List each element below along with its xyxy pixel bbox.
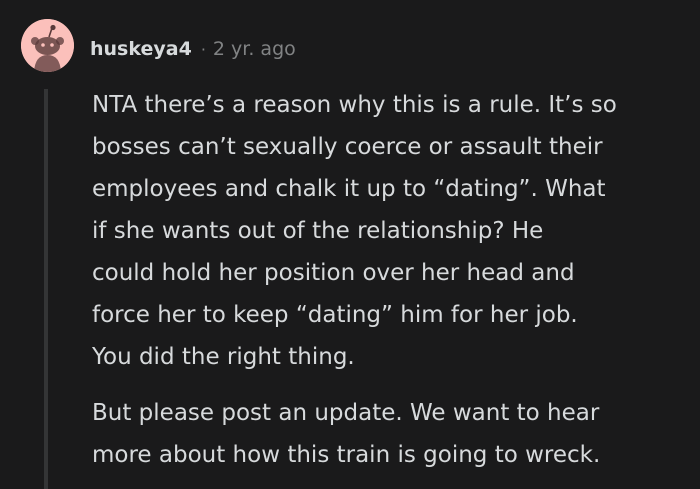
- comment-author[interactable]: huskeya4: [90, 38, 192, 60]
- comment-paragraph: But please post an update. We want to he…: [92, 400, 601, 468]
- comment: huskeya4 · 2 yr. ago NTA there’s a reaso…: [0, 0, 700, 489]
- snoo-avatar-icon: [21, 19, 74, 72]
- meta-separator: ·: [200, 39, 206, 59]
- comment-meta: huskeya4 · 2 yr. ago: [90, 36, 296, 62]
- comment-timestamp[interactable]: 2 yr. ago: [213, 38, 296, 60]
- comment-paragraph: NTA there’s a reason why this is a rule.…: [92, 92, 617, 370]
- user-avatar[interactable]: [21, 19, 74, 72]
- thread-collapse-line[interactable]: [44, 89, 48, 489]
- comment-body: NTA there’s a reason why this is a rule.…: [92, 84, 672, 476]
